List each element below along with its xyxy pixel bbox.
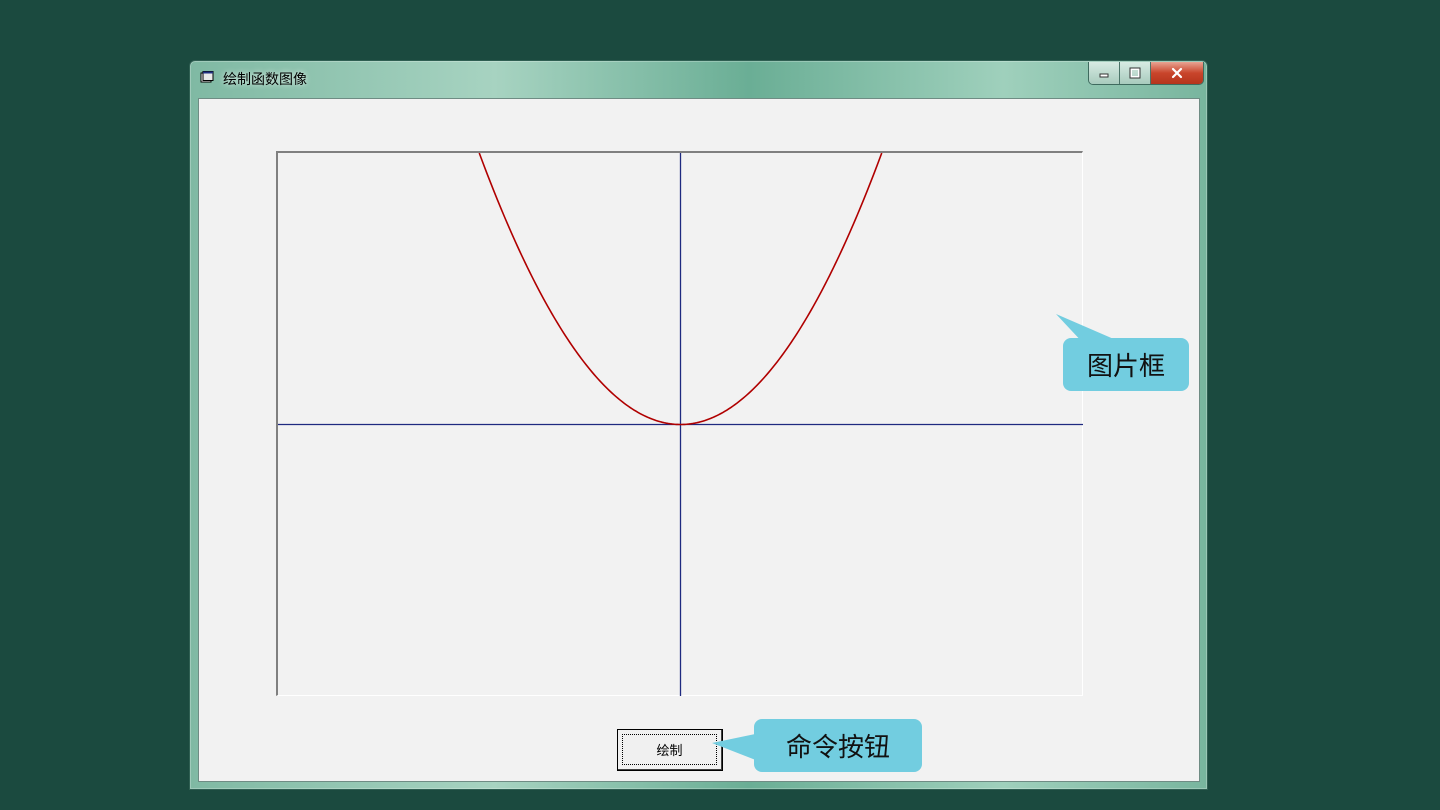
picture-box-callout-label: 图片框: [1086, 352, 1165, 382]
command-button-callout: 命令按钮: [754, 719, 922, 772]
picture-box-callout: 图片框: [1063, 338, 1189, 391]
command-button-callout-label: 命令按钮: [785, 733, 890, 763]
picture-box-callout-pointer: [712, 314, 1116, 764]
